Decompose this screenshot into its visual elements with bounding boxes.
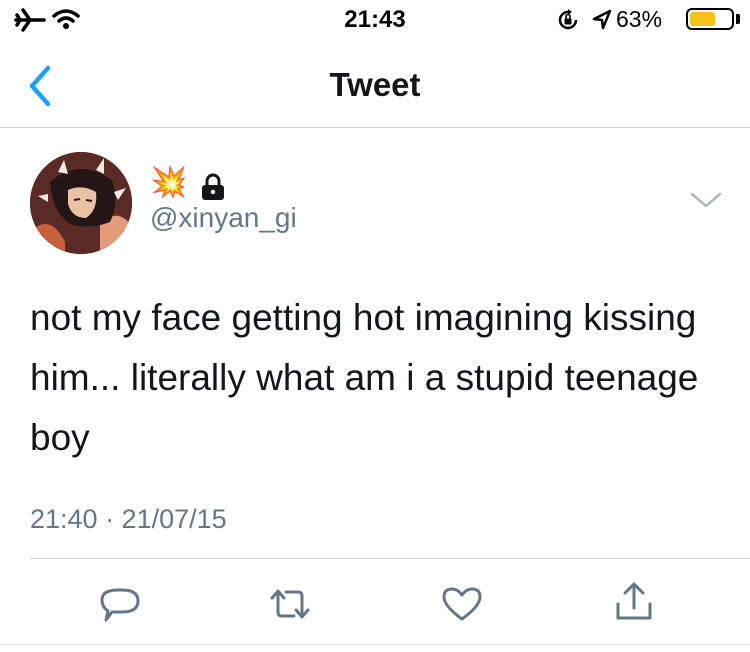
avatar-illustration (30, 152, 132, 254)
battery-icon (686, 8, 734, 30)
user-handle[interactable]: @xinyan_gi (150, 202, 297, 234)
reply-icon (100, 588, 140, 622)
retweet-button[interactable] (268, 582, 312, 626)
collision-emoji: 💥 (150, 165, 188, 200)
avatar[interactable] (30, 152, 132, 254)
tweet-options-button[interactable] (688, 188, 724, 212)
like-button[interactable] (440, 582, 484, 626)
bottom-divider (0, 644, 750, 645)
location-icon (592, 9, 612, 36)
page-title: Tweet (329, 66, 421, 103)
tweet-text: not my face getting hot imagining kissin… (30, 297, 699, 458)
battery-tip (736, 14, 740, 24)
chevron-down-icon (690, 192, 722, 208)
tweet-timestamp[interactable]: 21:40 · 21/07/15 (30, 504, 227, 535)
share-icon (616, 582, 652, 620)
retweet-icon (270, 589, 310, 619)
like-icon (442, 587, 482, 621)
actions-divider (30, 558, 750, 559)
share-button[interactable] (612, 580, 656, 624)
reply-button[interactable] (98, 582, 142, 626)
battery-fill (690, 12, 715, 26)
status-bar: 21:43 63% (0, 0, 750, 40)
battery-percent: 63% (616, 6, 663, 32)
orientation-lock-icon (556, 8, 580, 37)
nav-divider (0, 127, 750, 128)
